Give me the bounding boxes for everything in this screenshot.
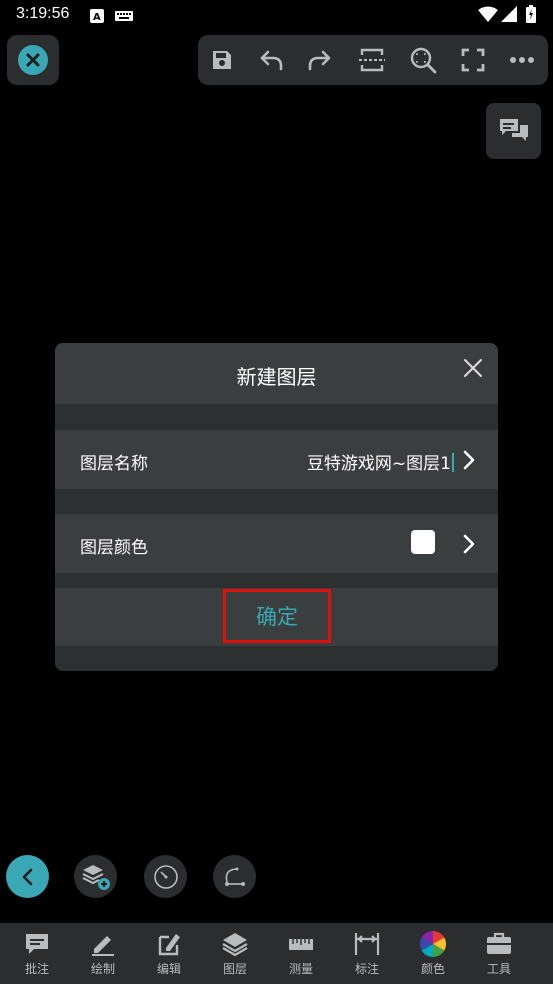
nav-item-edit[interactable]: 编辑 (136, 923, 202, 984)
save-icon[interactable] (207, 45, 237, 75)
confirm-row: 确定 (55, 588, 498, 646)
nav-item-tools[interactable]: 工具 (466, 923, 532, 984)
nav-label: 测量 (288, 962, 313, 976)
add-layer-button[interactable] (74, 855, 117, 898)
color-swatch[interactable] (411, 530, 435, 554)
clock-compass-icon (153, 864, 178, 889)
nav-label: 批注 (24, 962, 49, 976)
chat-bubbles-icon (499, 119, 528, 141)
nav-item-layers[interactable]: 图层 (202, 923, 268, 984)
svg-text:A: A (93, 12, 101, 23)
chevron-right-icon (462, 450, 476, 470)
color-wheel-icon (420, 931, 446, 957)
layer-color-row[interactable]: 图层颜色 (55, 514, 498, 573)
bezier-curve-icon (224, 867, 245, 886)
confirm-button[interactable]: 确定 (223, 589, 331, 643)
crop-fit-icon[interactable] (357, 45, 387, 75)
close-button[interactable] (7, 35, 59, 85)
comment-icon (26, 934, 48, 954)
notification-a-icon: A (90, 8, 104, 27)
top-toolbar (198, 35, 548, 85)
layer-name-input[interactable]: 豆特游戏网~图层1 (307, 449, 454, 474)
comments-button[interactable] (486, 103, 541, 159)
nav-label: 标注 (354, 962, 379, 976)
nav-item-draw[interactable]: 绘制 (70, 923, 136, 984)
text-cursor (452, 453, 454, 472)
ruler-icon (289, 939, 313, 950)
dialog-header: 新建图层 (55, 343, 498, 404)
layers-add-icon (82, 864, 110, 890)
dimension-icon (354, 933, 380, 955)
layer-name-row[interactable]: 图层名称 豆特游戏网~图层1 (55, 430, 498, 489)
battery-icon (526, 5, 536, 27)
zoom-search-icon[interactable] (408, 45, 438, 75)
wifi-icon (478, 6, 498, 26)
close-icon (18, 45, 48, 75)
nav-label: 颜色 (420, 962, 445, 976)
status-bar: 3:19:56 A (0, 0, 553, 30)
nav-item-color[interactable]: 颜色 (400, 923, 466, 984)
nav-item-comment[interactable]: 批注 (4, 923, 70, 984)
chevron-right-icon (462, 534, 476, 554)
redo-icon[interactable] (305, 45, 335, 75)
pencil-icon (92, 936, 114, 956)
nav-label: 工具 (486, 962, 511, 976)
fullscreen-icon[interactable] (458, 45, 488, 75)
curve-button[interactable] (213, 855, 256, 898)
nav-label: 绘制 (90, 962, 115, 976)
collapse-button[interactable] (6, 855, 49, 898)
edit-icon (158, 934, 180, 956)
toolbox-icon (487, 932, 511, 954)
new-layer-dialog: 新建图层 图层名称 豆特游戏网~图层1 图层颜色 确定 (55, 343, 498, 671)
nav-item-dimension[interactable]: 标注 (334, 923, 400, 984)
compass-button[interactable] (144, 855, 187, 898)
status-time: 3:19:56 (16, 5, 70, 22)
nav-label: 编辑 (156, 962, 181, 976)
layer-color-label: 图层颜色 (80, 538, 148, 558)
dialog-close-icon[interactable] (462, 357, 484, 379)
layer-name-label: 图层名称 (80, 454, 148, 474)
nav-item-measure[interactable]: 测量 (268, 923, 334, 984)
bottom-nav: 批注 绘制 编辑 图层 测量 标注 颜色 工具 (0, 923, 553, 984)
keyboard-icon (115, 8, 133, 27)
layers-icon (222, 933, 248, 957)
signal-icon (501, 6, 517, 26)
nav-label: 图层 (222, 962, 247, 976)
undo-icon[interactable] (256, 45, 286, 75)
more-icon[interactable] (507, 45, 537, 75)
chevron-left-icon (22, 868, 32, 885)
dialog-title: 新建图层 (236, 365, 317, 389)
